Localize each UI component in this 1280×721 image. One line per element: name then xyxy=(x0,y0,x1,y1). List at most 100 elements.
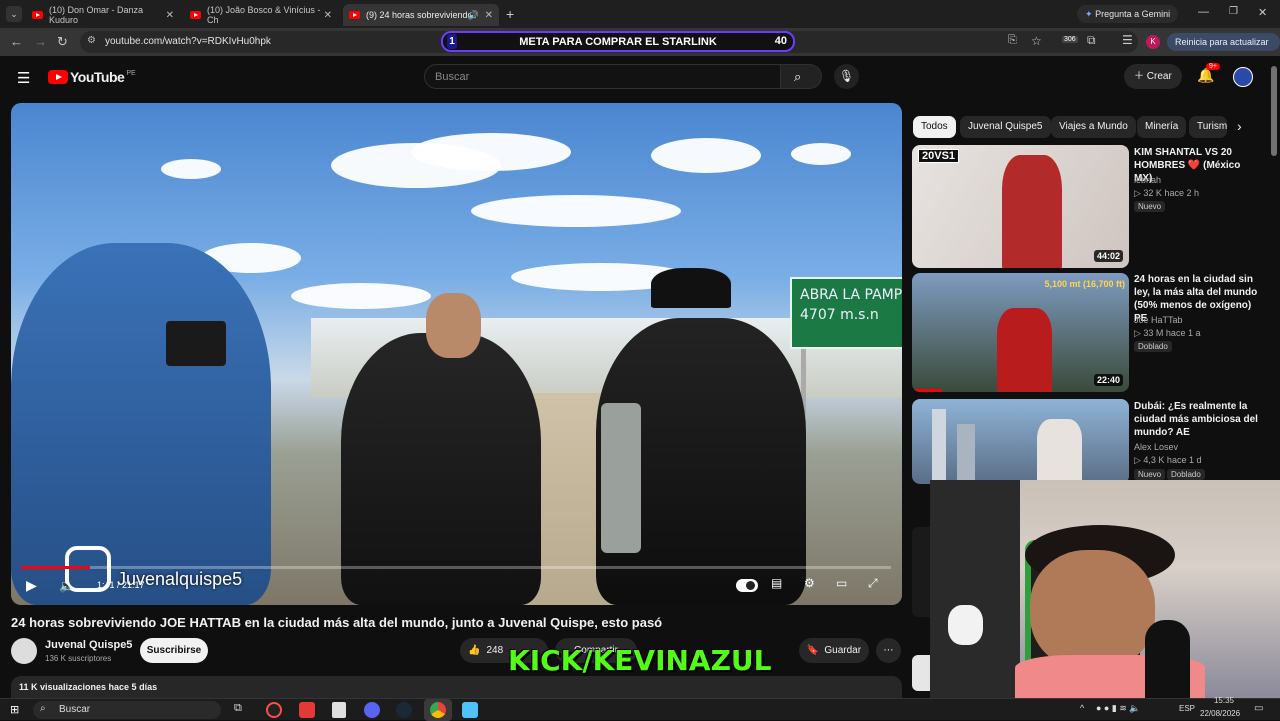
tab-24-horas[interactable]: (9) 24 horas sobreviviendo 🔊 ✕ xyxy=(343,4,499,26)
create-label: Crear xyxy=(1146,71,1172,82)
dubbed-badge: Doblado xyxy=(1167,469,1205,480)
windows-start-icon[interactable]: ⊞ xyxy=(10,703,19,716)
close-icon[interactable]: ✕ xyxy=(485,10,493,21)
chevron-right-icon[interactable]: › xyxy=(1237,118,1242,134)
tray-icons[interactable]: ● ● ▮ ≋ 🔈 xyxy=(1096,703,1141,714)
tab-label: (10) Don Omar - Danza Kuduro xyxy=(49,5,144,25)
recommendation-title[interactable]: Dubái: ¿Es realmente la ciudad más ambic… xyxy=(1134,400,1259,439)
close-icon[interactable]: ✕ xyxy=(324,10,332,21)
youtube-logo[interactable]: YouTube PE xyxy=(48,69,136,85)
gemini-sparkle-icon: ✦ xyxy=(1085,9,1093,19)
recommendation-thumbnail-partial[interactable] xyxy=(912,527,930,617)
microphone xyxy=(1145,620,1190,698)
extensions-puzzle-icon[interactable]: ⧉ xyxy=(1087,33,1096,48)
goal-current: 1 xyxy=(447,34,457,49)
save-bookmark-icon: 🔖 xyxy=(806,645,820,656)
search-button[interactable]: ⌕ xyxy=(781,64,822,89)
oxygen-tank xyxy=(601,403,641,553)
create-button[interactable]: ＋ Crear xyxy=(1124,64,1182,89)
profile-avatar[interactable]: K xyxy=(1146,35,1160,49)
recommendation-channel[interactable]: Joe HaTTab xyxy=(1134,315,1183,325)
recommendation-channel[interactable]: lebriah xyxy=(1134,175,1161,185)
taskbar-app-icon[interactable] xyxy=(299,702,315,718)
video-duration: 44:02 xyxy=(1093,250,1123,262)
reload-icon[interactable]: ↻ xyxy=(57,34,68,50)
streamer-face xyxy=(1030,550,1155,670)
extension-badge[interactable]: 306 xyxy=(1062,36,1078,43)
back-icon[interactable]: ← xyxy=(10,34,23,49)
subscribe-button[interactable]: Suscribirse xyxy=(140,638,208,663)
sky-cloud xyxy=(161,159,221,179)
page-scrollbar[interactable] xyxy=(1271,66,1277,156)
recommendation-thumbnail[interactable]: 20VS1 44:02 xyxy=(912,145,1129,268)
fullscreen-icon[interactable]: ⤢ xyxy=(868,576,878,591)
autoplay-toggle[interactable] xyxy=(736,579,758,592)
recommendation-thumbnail-partial[interactable] xyxy=(912,655,930,691)
clock-time[interactable]: 15:35 xyxy=(1204,696,1244,705)
steam-icon[interactable] xyxy=(396,702,412,718)
settings-gear-icon[interactable]: ⚙ xyxy=(804,576,815,590)
task-view-icon[interactable]: ⧉ xyxy=(234,702,242,715)
search-input[interactable]: Buscar xyxy=(424,64,781,89)
bookmark-star-icon[interactable]: ☆ xyxy=(1031,34,1042,48)
search-placeholder: Buscar xyxy=(435,71,470,83)
taskbar-app-icon[interactable] xyxy=(266,702,282,718)
recommendation-meta: ▷ 33 M hace 1 a xyxy=(1134,328,1201,338)
forward-icon[interactable]: → xyxy=(34,34,47,49)
road-sign: ABRA LA PAMP 4707 m.s.n xyxy=(790,277,902,349)
save-button[interactable]: 🔖 Guardar xyxy=(799,638,869,663)
reading-list-icon[interactable]: ☰ xyxy=(1122,33,1133,47)
video-player[interactable]: ABRA LA PAMP 4707 m.s.n Juvenalquispe5 ▶… xyxy=(11,103,902,605)
channel-name[interactable]: Juvenal Quispe5 xyxy=(45,639,132,651)
tab-search-icon[interactable]: ⌄ xyxy=(6,6,22,22)
channel-avatar[interactable] xyxy=(11,638,37,664)
gemini-button[interactable]: ✦ Pregunta a Gemini xyxy=(1077,5,1179,23)
maximize-icon[interactable]: ❐ xyxy=(1229,6,1238,17)
cast-icon[interactable]: ⎘ xyxy=(1008,34,1017,47)
tab-don-omar[interactable]: (10) Don Omar - Danza Kuduro ✕ xyxy=(26,4,180,26)
discord-icon[interactable] xyxy=(364,702,380,718)
windows-taskbar: ⊞ ⌕ Buscar ⧉ ^ ● ● ▮ ≋ 🔈 ESP 15:35 22/08… xyxy=(0,696,1280,721)
new-tab-plus-icon[interactable]: + xyxy=(506,6,514,22)
chip-mineria[interactable]: Minería xyxy=(1137,116,1187,138)
site-info-icon[interactable]: ⚙ xyxy=(87,35,96,46)
time-display: 1:41 / 21:17 xyxy=(97,580,145,590)
chip-turismo[interactable]: Turism xyxy=(1189,116,1227,138)
thumbs-up-icon: 👍 xyxy=(468,645,481,656)
speaker-icon[interactable]: 🔊 xyxy=(468,10,479,21)
taskbar-chrome-active[interactable] xyxy=(424,699,452,721)
recommendation-channel[interactable]: Alex Losev xyxy=(1134,442,1178,452)
youtube-header: ☰ YouTube PE Buscar ⌕ 🎙 ＋ Crear 🔔 9+ xyxy=(0,56,1280,100)
taskbar-search-input[interactable]: ⌕ Buscar xyxy=(33,701,221,719)
recommendation-thumbnail[interactable]: 5,100 mt (16,700 ft) 22:40 xyxy=(912,273,1129,392)
play-button-icon[interactable]: ▶ xyxy=(26,577,37,594)
more-actions-icon[interactable]: ⋯ xyxy=(876,638,901,663)
volume-icon[interactable]: 🔈 xyxy=(59,579,74,593)
thumb-figure xyxy=(997,308,1052,392)
theater-mode-icon[interactable]: ▭ xyxy=(836,576,847,590)
close-icon[interactable]: ✕ xyxy=(166,10,174,21)
tray-chevron-up-icon[interactable]: ^ xyxy=(1080,703,1084,713)
subtitles-icon[interactable]: ▤ xyxy=(771,576,782,590)
restart-update-button[interactable]: Reinicia para actualizar ⋮ xyxy=(1167,33,1280,65)
sky-cloud xyxy=(291,283,431,309)
chip-viajes-a-mundo[interactable]: Viajes a Mundo xyxy=(1051,116,1136,138)
recommendation-meta: ▷ 32 K hace 2 h xyxy=(1134,188,1199,198)
notification-center-icon[interactable]: ▭ xyxy=(1254,703,1263,714)
clock-date[interactable]: 22/08/2026 xyxy=(1200,709,1240,718)
progress-bar[interactable] xyxy=(21,566,891,569)
chip-juvenal-quispe5[interactable]: Juvenal Quispe5 xyxy=(960,116,1051,138)
minimize-icon[interactable]: — xyxy=(1198,6,1209,18)
taskbar-app-icon[interactable] xyxy=(462,702,478,718)
voice-search-mic-icon[interactable]: 🎙 xyxy=(834,64,859,89)
description-box[interactable]: 11 K visualizaciones hace 5 días xyxy=(11,676,902,698)
recommendation-thumbnail[interactable] xyxy=(912,399,1129,484)
language-indicator[interactable]: ESP xyxy=(1179,704,1195,713)
tab-joao-bosco[interactable]: (10) João Bosco & Vinícius - Ch ✕ xyxy=(184,4,338,26)
account-avatar[interactable] xyxy=(1233,67,1253,87)
url-text[interactable]: youtube.com/watch?v=RDKIvHu0hpk xyxy=(105,36,271,47)
chip-todos[interactable]: Todos xyxy=(913,116,956,138)
window-close-icon[interactable]: ✕ xyxy=(1258,6,1267,19)
taskbar-app-icon[interactable] xyxy=(332,702,346,718)
hamburger-menu-icon[interactable]: ☰ xyxy=(17,69,30,87)
